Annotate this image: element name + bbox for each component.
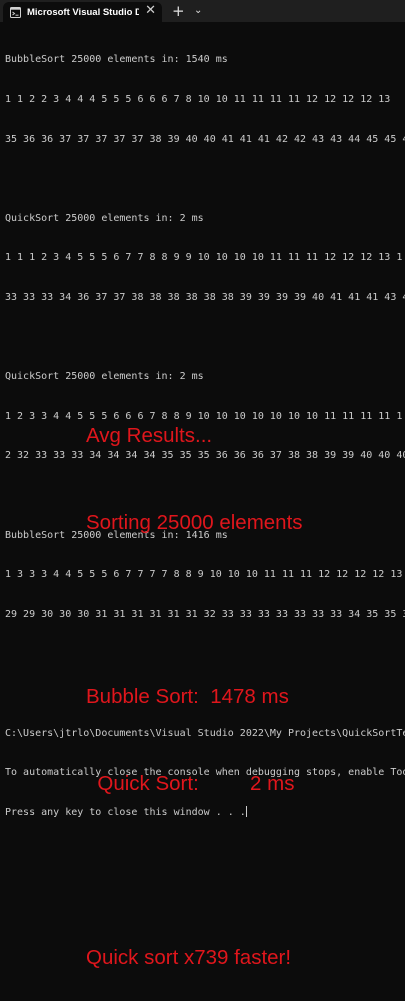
results-overlay: Avg Results... Sorting 25000 elements Bu… [86, 363, 303, 1001]
console-line: 1 1 1 2 3 4 5 5 5 6 7 7 8 8 9 9 10 10 10… [5, 252, 403, 264]
overlay-heading: Avg Results... [86, 424, 213, 447]
console-line: 33 33 33 34 36 37 37 38 38 38 38 38 38 3… [5, 291, 405, 303]
terminal-icon [10, 6, 21, 18]
overlay-bubble-result: Bubble Sort: 1478 ms [86, 685, 289, 708]
console-line: BubbleSort 25000 elements in: 1540 ms [5, 54, 228, 66]
tab-title: Microsoft Visual Studio Debu [27, 6, 139, 18]
overlay-quick-result: Quick Sort: 2 ms [86, 772, 295, 795]
console-tab[interactable]: Microsoft Visual Studio Debu ✕ [3, 2, 162, 22]
overlay-subheading: Sorting 25000 elements [86, 511, 303, 534]
console-line: 1 1 2 2 3 4 4 4 5 5 5 6 6 6 7 8 10 10 11… [5, 94, 391, 105]
title-bar: Microsoft Visual Studio Debu ✕ + ⌄ [0, 0, 405, 22]
overlay-spacer [86, 595, 303, 624]
tab-dropdown-icon[interactable]: ⌄ [194, 5, 202, 16]
console-line: 35 36 36 37 37 37 37 37 38 39 40 40 41 4… [5, 133, 405, 145]
overlay-conclusion: Quick sort x739 faster! [86, 946, 292, 969]
close-tab-icon[interactable]: ✕ [145, 3, 156, 18]
overlay-spacer [86, 856, 303, 885]
new-tab-button[interactable]: + [172, 2, 185, 20]
console-line: QuickSort 25000 elements in: 2 ms [5, 212, 204, 224]
